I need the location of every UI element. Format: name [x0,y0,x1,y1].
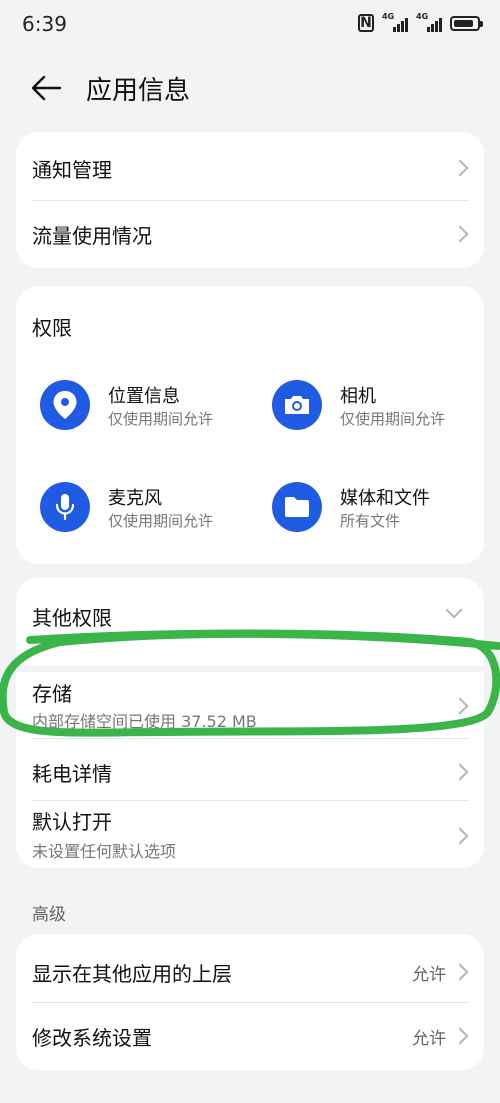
nfc-icon: N [358,14,374,32]
row-label: 存储 [32,682,72,706]
permission-desc: 所有文件 [340,512,401,530]
permission-camera[interactable]: 相机 仅使用期间允许 [272,380,482,440]
permission-desc: 仅使用期间允许 [340,410,446,428]
notification-management-row[interactable]: 通知管理 [16,132,484,200]
folder-icon [272,482,322,532]
chevron-right-icon [451,963,469,981]
section-label-advanced: 高级 [32,905,66,925]
signal-icon: 4G [416,12,442,32]
permission-location[interactable]: 位置信息 仅使用期间允许 [40,380,250,440]
chevron-right-icon [451,827,469,845]
row-value: 允许 [412,1029,446,1049]
status-icons: N 4G 4G [358,12,483,32]
row-sublabel: 未设置任何默认选项 [32,842,177,861]
permission-name: 媒体和文件 [340,488,430,509]
default-open-row[interactable]: 默认打开 未设置任何默认选项 [16,800,484,868]
general-card: 通知管理 流量使用情况 [16,132,484,268]
chevron-right-icon [451,697,469,715]
app-settings-card: 其他权限 存储 内部存储空间已使用 37.52 MB 耗电详情 默认打开 未设置… [16,578,484,868]
permission-name: 麦克风 [108,488,162,509]
battery-usage-row[interactable]: 耗电详情 [16,738,484,800]
permission-name: 相机 [340,386,376,407]
page-title: 应用信息 [86,76,191,106]
chevron-right-icon [451,225,469,243]
arrow-left-icon[interactable] [30,74,64,102]
permissions-card: 权限 位置信息 仅使用期间允许 相机 仅使用期间允许 麦克风 仅使用期间允许 媒… [16,286,484,564]
other-permissions-row[interactable]: 其他权限 [16,578,484,650]
permission-media-files[interactable]: 媒体和文件 所有文件 [272,482,482,542]
battery-fill [454,19,473,27]
chevron-down-icon [445,601,463,619]
battery-icon [450,15,483,31]
app-bar: 应用信息 [0,60,500,116]
display-over-apps-row[interactable]: 显示在其他应用的上层 允许 [16,934,484,1002]
row-label: 修改系统设置 [32,1026,152,1050]
chevron-right-icon [451,159,469,177]
row-label: 流量使用情况 [32,224,152,248]
status-time: 6:39 [22,12,67,36]
permission-desc: 仅使用期间允许 [108,410,214,428]
permission-microphone[interactable]: 麦克风 仅使用期间允许 [40,482,250,542]
permission-desc: 仅使用期间允许 [108,512,214,530]
row-label: 默认打开 [32,810,112,834]
permissions-title: 权限 [32,316,72,340]
chevron-right-icon [451,763,469,781]
row-label: 显示在其他应用的上层 [32,962,232,986]
modify-system-settings-row[interactable]: 修改系统设置 允许 [16,1002,484,1070]
row-label: 耗电详情 [32,762,112,786]
permission-name: 位置信息 [108,386,180,407]
advanced-card: 显示在其他应用的上层 允许 修改系统设置 允许 [16,934,484,1070]
microphone-icon [40,482,90,532]
data-usage-row[interactable]: 流量使用情况 [16,200,484,268]
location-pin-icon [40,380,90,430]
row-label: 通知管理 [32,158,112,182]
camera-icon [272,380,322,430]
chevron-right-icon [451,1027,469,1045]
row-sublabel: 内部存储空间已使用 37.52 MB [32,712,257,731]
storage-row[interactable]: 存储 内部存储空间已使用 37.52 MB [16,672,484,738]
status-bar: 6:39 N 4G 4G [0,0,500,52]
row-value: 允许 [412,965,446,985]
signal-icon: 4G [382,12,408,32]
row-label: 其他权限 [32,606,112,630]
